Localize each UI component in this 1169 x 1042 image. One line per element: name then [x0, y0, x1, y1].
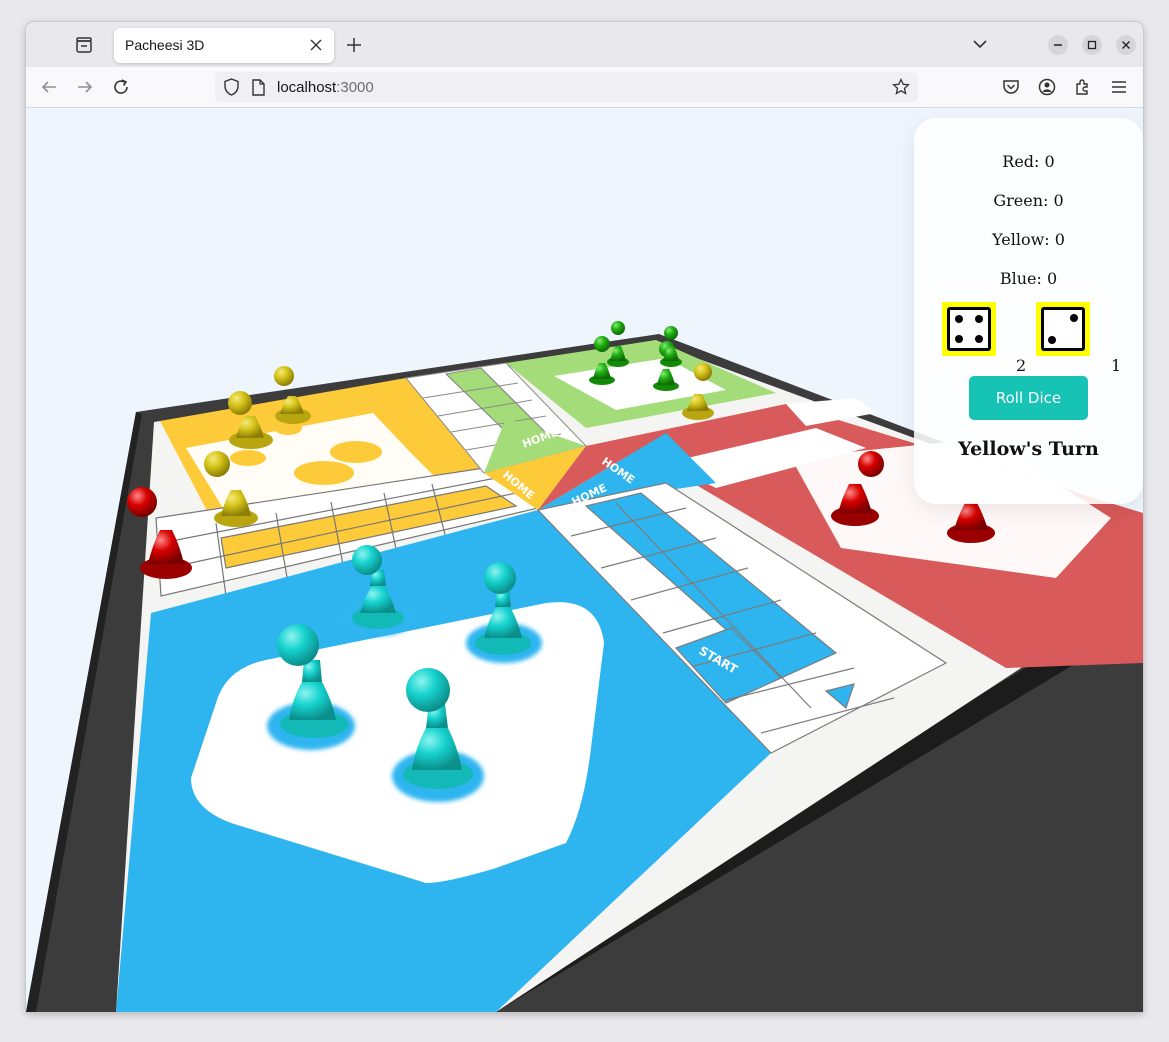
account-icon[interactable] [1037, 77, 1057, 97]
nav-toolbar: localhost:3000 [26, 67, 1143, 108]
score-green: Green: 0 [993, 191, 1064, 210]
score-blue: Blue: 0 [999, 269, 1058, 288]
tab-bar: Pacheesi 3D [26, 22, 1143, 67]
page-icon [251, 79, 265, 100]
bookmark-star-icon[interactable] [892, 77, 910, 100]
menu-icon[interactable] [1109, 77, 1129, 97]
browser-window: Pacheesi 3D localhost:3000 HOME HOME HOM… [26, 22, 1143, 1012]
extensions-icon[interactable] [1073, 77, 1093, 97]
die-1 [942, 302, 996, 356]
close-window-button[interactable] [1116, 35, 1136, 55]
url-bar[interactable]: localhost:3000 [215, 72, 918, 102]
game-control-panel: Red: 0 Green: 0 Yellow: 0 Blue: 0 2 1 Ro… [914, 118, 1143, 504]
close-icon[interactable] [308, 37, 324, 53]
die-pip [1048, 336, 1056, 344]
reload-icon[interactable] [111, 77, 131, 97]
pocket-icon[interactable] [1001, 77, 1021, 97]
die-pip [1070, 314, 1078, 322]
minimize-button[interactable] [1048, 35, 1068, 55]
url-text[interactable]: localhost:3000 [277, 79, 374, 96]
tab-title: Pacheesi 3D [125, 37, 205, 53]
die-pip [975, 335, 983, 343]
maximize-button[interactable] [1082, 35, 1102, 55]
chevron-down-icon[interactable] [972, 36, 990, 54]
die-2 [1036, 302, 1090, 356]
new-tab-button[interactable] [344, 35, 364, 55]
die-pip [955, 335, 963, 343]
shield-icon[interactable] [223, 78, 240, 100]
die-pip [955, 315, 963, 323]
firefox-view-icon[interactable] [72, 34, 96, 56]
die-1-value: 2 [1016, 356, 1027, 375]
die-face-four [947, 307, 991, 351]
die-face-two [1041, 307, 1085, 351]
turn-indicator: Yellow's Turn [958, 438, 1099, 460]
roll-dice-button[interactable]: Roll Dice [969, 376, 1088, 420]
game-viewport[interactable]: HOME HOME HOME HOME START Red: 0 Green: … [26, 108, 1143, 1012]
score-yellow: Yellow: 0 [992, 230, 1065, 249]
tab-pacheesi[interactable]: Pacheesi 3D [114, 28, 334, 63]
back-arrow-icon[interactable] [39, 77, 59, 97]
url-port: :3000 [336, 79, 374, 96]
score-red: Red: 0 [1002, 152, 1055, 171]
forward-arrow-icon[interactable] [75, 77, 95, 97]
die-2-value: 1 [1111, 356, 1122, 375]
url-host: localhost [277, 79, 337, 96]
die-pip [975, 315, 983, 323]
